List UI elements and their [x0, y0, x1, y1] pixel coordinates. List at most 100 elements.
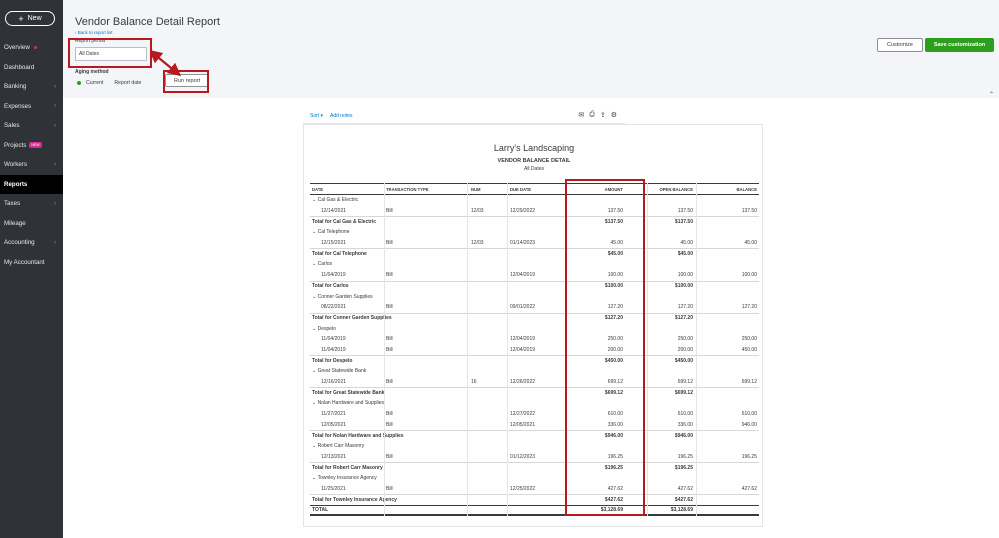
date-cell[interactable]: 12/16/2021: [312, 377, 346, 388]
vendor-group-toggle[interactable]: ⌄ Cal Gas & Electric: [312, 195, 358, 206]
col-header-open-balance[interactable]: OPEN BALANCE: [659, 184, 693, 194]
due-date-cell[interactable]: 12/05/2021: [510, 419, 535, 430]
add-notes-link[interactable]: Add notes: [330, 113, 353, 119]
due-date-cell[interactable]: 12/25/2022: [510, 484, 535, 495]
num-cell[interactable]: 12/03: [471, 206, 484, 217]
vendor-group-toggle[interactable]: ⌄ Robert Carr Masonry: [312, 441, 364, 452]
transaction-type-cell[interactable]: Bill: [386, 270, 393, 281]
sidebar-item-banking[interactable]: Banking ›: [0, 77, 63, 97]
date-cell[interactable]: 11/27/2021: [312, 409, 346, 420]
export-icon[interactable]: ⇪: [600, 111, 606, 119]
aging-current-radio[interactable]: [77, 81, 81, 85]
balance-cell[interactable]: 427.62: [742, 484, 757, 495]
num-cell[interactable]: 12/03: [471, 238, 484, 249]
date-cell[interactable]: 08/22/2021: [312, 302, 346, 313]
vendor-group-toggle[interactable]: ⌄ Cal Telephone: [312, 227, 349, 238]
date-cell[interactable]: 11/04/2019: [312, 345, 346, 356]
vendor-group-toggle[interactable]: ⌄ Townley Insurance Agency: [312, 473, 377, 484]
date-cell[interactable]: 11/25/2021: [312, 484, 346, 495]
table-row[interactable]: 11/04/2019 Bill 12/04/2019 100.00 100.00 100.…: [310, 270, 759, 281]
customize-button[interactable]: Customize: [877, 38, 923, 52]
transaction-type-cell[interactable]: Bill: [386, 345, 393, 356]
table-row[interactable]: 11/27/2021 Bill 12/27/2022 610.00 610.00 610.…: [310, 409, 759, 420]
table-row[interactable]: 08/22/2021 Bill 09/01/2022 127.20 127.20 127.…: [310, 302, 759, 313]
open-balance-cell[interactable]: 699.12: [678, 377, 693, 388]
open-balance-cell[interactable]: 100.00: [678, 270, 693, 281]
transaction-type-cell[interactable]: Bill: [386, 238, 393, 249]
transaction-type-cell[interactable]: Bill: [386, 302, 393, 313]
balance-cell[interactable]: 100.00: [742, 270, 757, 281]
balance-cell[interactable]: 699.12: [742, 377, 757, 388]
col-header-due-date[interactable]: DUE DATE: [510, 184, 531, 194]
balance-cell[interactable]: 127.20: [742, 302, 757, 313]
balance-cell[interactable]: 250.00: [742, 334, 757, 345]
table-row[interactable]: 12/05/2021 Bill 12/05/2021 336.00 336.00 946.…: [310, 419, 759, 430]
due-date-cell[interactable]: 12/26/2022: [510, 377, 535, 388]
email-icon[interactable]: ✉: [578, 111, 584, 119]
vendor-group-toggle[interactable]: ⌄ Despelo: [312, 323, 336, 334]
vendor-group-toggle[interactable]: ⌄ Nolan Hardware and Supplies: [312, 398, 384, 409]
date-cell[interactable]: 12/05/2021: [312, 419, 346, 430]
open-balance-cell[interactable]: 610.00: [678, 409, 693, 420]
sidebar-item-dashboard[interactable]: Dashboard: [0, 58, 63, 78]
due-date-cell[interactable]: 01/14/2023: [510, 238, 535, 249]
date-cell[interactable]: 11/04/2019: [312, 334, 346, 345]
due-date-cell[interactable]: 12/04/2019: [510, 334, 535, 345]
sidebar-item-reports[interactable]: Reports: [0, 174, 63, 194]
open-balance-cell[interactable]: 427.62: [678, 484, 693, 495]
transaction-type-cell[interactable]: Bill: [386, 409, 393, 420]
transaction-type-cell[interactable]: Bill: [386, 377, 393, 388]
new-button[interactable]: + New: [5, 11, 55, 26]
date-cell[interactable]: 12/15/2021: [312, 238, 346, 249]
save-customization-button[interactable]: Save customization: [925, 38, 994, 52]
sidebar-item-expenses[interactable]: Expenses ›: [0, 97, 63, 117]
chevron-up-icon[interactable]: ⌃: [987, 92, 996, 99]
open-balance-cell[interactable]: 127.20: [678, 302, 693, 313]
vendor-group-toggle[interactable]: ⌄ Great Statewide Bank: [312, 366, 366, 377]
due-date-cell[interactable]: 12/04/2019: [510, 345, 535, 356]
due-date-cell[interactable]: 01/12/2023: [510, 452, 535, 463]
table-row[interactable]: 12/13/2021 Bill 01/12/2023 196.25 196.25 196.…: [310, 452, 759, 463]
gear-icon[interactable]: ⚙: [611, 111, 617, 119]
sidebar-item-accounting[interactable]: Accounting ›: [0, 233, 63, 253]
sidebar-item-overview[interactable]: Overview: [0, 38, 63, 58]
due-date-cell[interactable]: 12/04/2019: [510, 270, 535, 281]
back-to-report-list-link[interactable]: ‹ Back to report list: [75, 30, 113, 35]
due-date-cell[interactable]: 12/29/2022: [510, 206, 535, 217]
sidebar-item-projects[interactable]: Projects NEW: [0, 136, 63, 156]
table-row[interactable]: 12/15/2021 Bill 12/03 01/14/2023 45.00 45.00 4…: [310, 238, 759, 249]
transaction-type-cell[interactable]: Bill: [386, 452, 393, 463]
sidebar-item-workers[interactable]: Workers ›: [0, 155, 63, 175]
aging-report-date-label[interactable]: Report date: [114, 80, 141, 86]
transaction-type-cell[interactable]: Bill: [386, 334, 393, 345]
balance-cell[interactable]: 45.00: [744, 238, 757, 249]
open-balance-cell[interactable]: 200.00: [678, 345, 693, 356]
sidebar-item-taxes[interactable]: Taxes ›: [0, 194, 63, 214]
col-header-num[interactable]: NUM: [471, 184, 481, 194]
transaction-type-cell[interactable]: Bill: [386, 484, 393, 495]
date-cell[interactable]: 12/14/2021: [312, 206, 346, 217]
open-balance-cell[interactable]: 196.25: [678, 452, 693, 463]
vendor-group-toggle[interactable]: ⌄ Conner Garden Supplies: [312, 291, 373, 302]
col-header-balance[interactable]: BALANCE: [737, 184, 757, 194]
date-cell[interactable]: 12/13/2021: [312, 452, 346, 463]
transaction-type-cell[interactable]: Bill: [386, 206, 393, 217]
sidebar-item-sales[interactable]: Sales ›: [0, 116, 63, 136]
sidebar-item-my-accountant[interactable]: My Accountant: [0, 253, 63, 273]
sidebar-item-mileage[interactable]: Mileage: [0, 214, 63, 234]
col-header-date[interactable]: DATE: [312, 184, 323, 194]
due-date-cell[interactable]: 12/27/2022: [510, 409, 535, 420]
date-cell[interactable]: 11/04/2019: [312, 270, 346, 281]
open-balance-cell[interactable]: 45.00: [680, 238, 693, 249]
open-balance-cell[interactable]: 250.00: [678, 334, 693, 345]
open-balance-cell[interactable]: 336.00: [678, 419, 693, 430]
balance-cell[interactable]: 450.00: [742, 345, 757, 356]
balance-cell[interactable]: 946.00: [742, 419, 757, 430]
num-cell[interactable]: 16: [471, 377, 477, 388]
sort-dropdown[interactable]: Sort ▾: [310, 113, 323, 119]
print-icon[interactable]: ⎙: [589, 111, 595, 119]
balance-cell[interactable]: 137.50: [742, 206, 757, 217]
balance-cell[interactable]: 610.00: [742, 409, 757, 420]
table-row[interactable]: 11/04/2019 Bill 12/04/2019 200.00 200.00 450.…: [310, 345, 759, 356]
table-row[interactable]: 11/25/2021 Bill 12/25/2022 427.62 427.62 427.…: [310, 484, 759, 495]
